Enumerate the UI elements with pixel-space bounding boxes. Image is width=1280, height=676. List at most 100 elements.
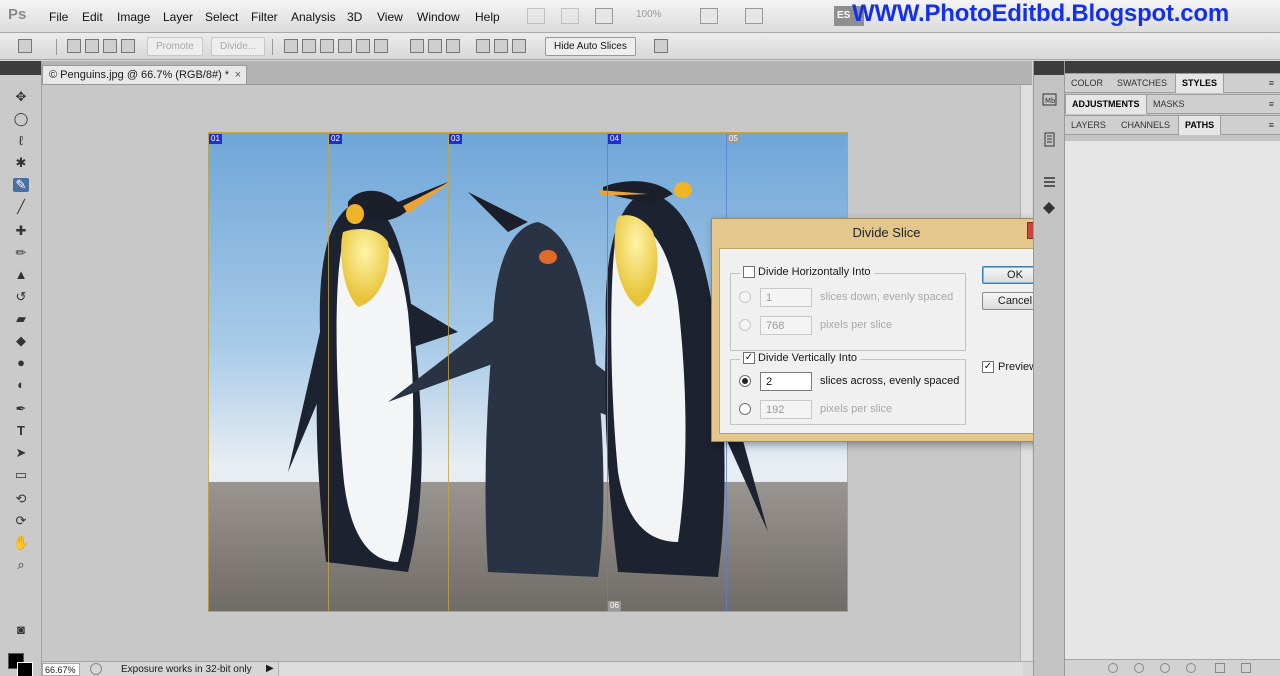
slice-tag[interactable]: 01 bbox=[209, 134, 222, 144]
menu-layer[interactable]: Layer bbox=[163, 10, 193, 24]
background-color-swatch[interactable] bbox=[17, 662, 33, 676]
menu-help[interactable]: Help bbox=[475, 10, 500, 24]
3d-rotate-tool-icon[interactable]: ⟲ bbox=[13, 492, 29, 506]
preview-option[interactable]: ✓ Preview bbox=[982, 361, 1037, 373]
menu-edit[interactable]: Edit bbox=[82, 10, 103, 24]
blur-tool-icon[interactable]: ● bbox=[13, 356, 29, 370]
new-path-icon[interactable] bbox=[1215, 663, 1225, 673]
send-to-back-icon[interactable] bbox=[121, 39, 135, 53]
horizontal-pixels-radio[interactable] bbox=[739, 319, 751, 331]
menu-analysis[interactable]: Analysis bbox=[291, 10, 336, 24]
menu-view[interactable]: View bbox=[377, 10, 403, 24]
status-info-icon[interactable] bbox=[90, 663, 102, 675]
distribute-right-icon[interactable] bbox=[512, 39, 526, 53]
panel-strip-header[interactable] bbox=[1034, 61, 1064, 75]
3d-orbit-tool-icon[interactable]: ⟳ bbox=[13, 514, 29, 528]
tab-swatches[interactable]: SWATCHES bbox=[1111, 74, 1173, 93]
eraser-tool-icon[interactable]: ▰ bbox=[13, 312, 29, 326]
status-menu-arrow-icon[interactable]: ▶ bbox=[266, 663, 274, 674]
slice-tag[interactable]: 02 bbox=[329, 134, 342, 144]
slice-tag[interactable]: 05 bbox=[727, 134, 740, 144]
lasso-tool-icon[interactable]: ℓ bbox=[13, 134, 29, 148]
tab-channels[interactable]: CHANNELS bbox=[1115, 116, 1176, 135]
slice-select-tool-icon[interactable] bbox=[18, 39, 32, 53]
healing-brush-tool-icon[interactable]: ✚ bbox=[13, 224, 29, 238]
horizontal-slices-radio[interactable] bbox=[739, 291, 751, 303]
align-right-icon[interactable] bbox=[374, 39, 388, 53]
history-panel-icon[interactable] bbox=[1042, 132, 1057, 147]
type-tool-icon[interactable]: T bbox=[13, 424, 29, 438]
promote-button[interactable]: Promote bbox=[147, 37, 203, 56]
tools-panel-header[interactable] bbox=[0, 61, 41, 75]
panel-menu-icon[interactable]: ≡ bbox=[1269, 99, 1274, 109]
align-top-icon[interactable] bbox=[284, 39, 298, 53]
hand-tool-icon[interactable]: ✋ bbox=[13, 536, 29, 550]
close-document-icon[interactable]: × bbox=[235, 69, 241, 81]
menu-3d[interactable]: 3D bbox=[347, 10, 362, 24]
distribute-bottom-icon[interactable] bbox=[446, 39, 460, 53]
stroke-path-icon[interactable] bbox=[1134, 663, 1144, 673]
load-selection-icon[interactable] bbox=[1160, 663, 1170, 673]
panel-menu-icon[interactable]: ≡ bbox=[1269, 78, 1274, 88]
slice-select-tool-icon[interactable]: ✎ bbox=[13, 178, 29, 192]
preview-checkbox[interactable]: ✓ bbox=[982, 361, 994, 373]
slice-tag[interactable]: 06 bbox=[608, 601, 621, 611]
vertical-slices-input[interactable]: 2 bbox=[760, 372, 812, 391]
vertical-slices-radio[interactable] bbox=[739, 375, 751, 387]
tab-color[interactable]: COLOR bbox=[1065, 74, 1109, 93]
make-work-path-icon[interactable] bbox=[1186, 663, 1196, 673]
distribute-vcenter-icon[interactable] bbox=[428, 39, 442, 53]
tools-preset-panel-icon[interactable] bbox=[1042, 201, 1057, 216]
vertical-pixels-radio[interactable] bbox=[739, 403, 751, 415]
paint-bucket-tool-icon[interactable]: ◆ bbox=[13, 334, 29, 348]
align-bottom-icon[interactable] bbox=[320, 39, 334, 53]
bridge-icon[interactable] bbox=[527, 8, 545, 24]
zoom-input[interactable]: 66.67% bbox=[42, 663, 80, 676]
zoom-tool-icon[interactable]: ⌕ bbox=[13, 558, 29, 572]
horizontal-slices-input[interactable]: 1 bbox=[760, 288, 812, 307]
tab-paths[interactable]: PATHS bbox=[1178, 116, 1222, 135]
quick-select-tool-icon[interactable]: ✱ bbox=[13, 156, 29, 170]
path-selection-tool-icon[interactable]: ➤ bbox=[13, 446, 29, 460]
move-tool-icon[interactable]: ✥ bbox=[13, 90, 29, 104]
menu-image[interactable]: Image bbox=[117, 10, 150, 24]
menu-file[interactable]: File bbox=[49, 10, 68, 24]
divide-horizontally-checkbox[interactable] bbox=[743, 266, 755, 278]
document-tab[interactable]: © Penguins.jpg @ 66.7% (RGB/8#) * × bbox=[42, 65, 247, 85]
menu-select[interactable]: Select bbox=[205, 10, 238, 24]
divide-vertically-checkbox[interactable]: ✓ bbox=[743, 352, 755, 364]
dodge-tool-icon[interactable]: ◐ bbox=[13, 378, 29, 392]
hide-auto-slices-button[interactable]: Hide Auto Slices bbox=[545, 37, 636, 56]
slice-tag[interactable]: 04 bbox=[608, 134, 621, 144]
arrange-documents-icon[interactable] bbox=[700, 8, 718, 24]
history-brush-tool-icon[interactable]: ↺ bbox=[13, 290, 29, 304]
marquee-tool-icon[interactable]: ◯ bbox=[13, 112, 29, 126]
mini-bridge-panel-icon[interactable]: Mb bbox=[1042, 92, 1057, 107]
mini-bridge-icon[interactable] bbox=[561, 8, 579, 24]
tab-adjustments[interactable]: ADJUSTMENTS bbox=[1065, 95, 1147, 114]
brush-tool-icon[interactable]: ✏ bbox=[13, 246, 29, 260]
menu-window[interactable]: Window bbox=[417, 10, 460, 24]
distribute-left-icon[interactable] bbox=[476, 39, 490, 53]
horizontal-scrollbar[interactable] bbox=[278, 662, 1023, 676]
adjustments-panel-icon[interactable] bbox=[1042, 174, 1057, 189]
distribute-hcenter-icon[interactable] bbox=[494, 39, 508, 53]
bring-to-front-icon[interactable] bbox=[67, 39, 81, 53]
align-hcenter-icon[interactable] bbox=[356, 39, 370, 53]
tab-styles[interactable]: STYLES bbox=[1175, 74, 1225, 93]
horizontal-pixels-input[interactable]: 768 bbox=[760, 316, 812, 335]
view-extras-icon[interactable] bbox=[595, 8, 613, 24]
tab-masks[interactable]: MASKS bbox=[1147, 95, 1191, 114]
zoom-level-select[interactable]: 100% bbox=[636, 9, 662, 20]
divide-button[interactable]: Divide... bbox=[211, 37, 266, 56]
vertical-pixels-input[interactable]: 192 bbox=[760, 400, 812, 419]
panel-menu-icon[interactable]: ≡ bbox=[1269, 120, 1274, 130]
clone-stamp-tool-icon[interactable]: ▲ bbox=[13, 268, 29, 282]
menu-filter[interactable]: Filter bbox=[251, 10, 278, 24]
quick-mask-icon[interactable]: ◙ bbox=[13, 623, 29, 637]
distribute-top-icon[interactable] bbox=[410, 39, 424, 53]
slice-tag[interactable]: 03 bbox=[449, 134, 462, 144]
slice-options-icon[interactable] bbox=[654, 39, 668, 53]
pen-tool-icon[interactable]: ✒ bbox=[13, 402, 29, 416]
rectangle-tool-icon[interactable]: ▭ bbox=[13, 468, 29, 482]
